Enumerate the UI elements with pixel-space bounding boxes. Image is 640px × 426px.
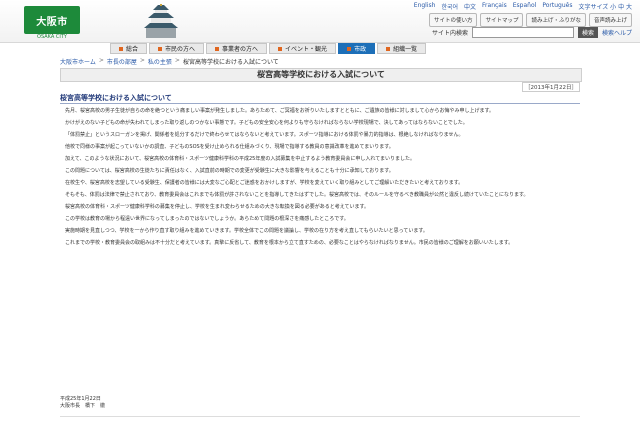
footer-divider	[60, 416, 580, 417]
breadcrumb-home[interactable]: 大阪市ホーム	[60, 57, 96, 66]
bullet-icon	[347, 46, 352, 51]
breadcrumb: 大阪市ホーム > 市長の部屋 > 私の主張 > 桜宮高等学校における入試について	[60, 57, 279, 66]
utility-buttons: サイトの使い方 サイトマップ 読み上げ・ふりがな 音声読み上げ	[428, 13, 632, 27]
breadcrumb-current: 桜宮高等学校における入試について	[182, 59, 279, 66]
breadcrumb-my-opinion[interactable]: 私の主張	[148, 57, 172, 66]
lang-portuguese[interactable]: Português	[542, 2, 572, 12]
paragraph: 加えて、このような状況において、桜宮高校の体育科・スポーツ健康科学科の平成25年…	[65, 156, 415, 162]
read-aloud-button[interactable]: 音声読み上げ	[588, 13, 632, 27]
section-heading: 桜宮高等学校における入試について	[60, 93, 580, 104]
logo-subtitle: OSAKA CITY	[37, 34, 67, 40]
signature: 平成25年1月22日 大阪市長 橋下 徹	[60, 396, 105, 410]
nav-residents[interactable]: 市民の方へ	[149, 43, 205, 54]
bullet-icon	[215, 46, 220, 51]
breadcrumb-separator: >	[139, 57, 145, 64]
global-nav: 総合 市民の方へ 事業者の方へ イベント・観光 市政 組織一覧	[110, 43, 427, 54]
site-guide-button[interactable]: サイトの使い方	[428, 13, 478, 27]
paragraph: 桜宮高校の体育科・スポーツ健康科学科の募集を停止し、学校を生まれ変わらせるための…	[65, 204, 370, 210]
paragraph: そもそも、体罰は法律で禁止されており、教育委員会はこれまでも体罰が許されないこと…	[65, 192, 529, 198]
article-body: 先月、桜宮高校の男子生徒が自らの命を絶つという痛ましい事案が発生しました。あらた…	[60, 108, 580, 252]
lang-spanish[interactable]: Español	[513, 2, 537, 12]
nav-city-government[interactable]: 市政	[338, 43, 376, 54]
lang-english[interactable]: English	[414, 2, 436, 12]
nav-business[interactable]: 事業者の方へ	[206, 43, 268, 54]
search-label: サイト内検索	[431, 30, 468, 37]
bullet-icon	[278, 46, 283, 51]
paragraph: 先月、桜宮高校の男子生徒が自らの命を絶つという痛ましい事案が発生しました。あらた…	[65, 108, 494, 114]
search-input[interactable]	[471, 27, 574, 38]
bullet-icon	[119, 46, 123, 51]
signature-name: 大阪市長 橋下 徹	[60, 403, 106, 409]
paragraph: これまでの学校・教育委員会の取組みは不十分だと考えています。真摯に反省して、教育…	[65, 240, 514, 246]
language-bar: English 한국어 中文 Français Español Portuguê…	[414, 2, 632, 12]
paragraph: 他校で同様の事案が起こっていないかの調査、子どものSOSを受け止められる仕組みづ…	[65, 144, 394, 150]
nav-events[interactable]: イベント・観光	[269, 43, 337, 54]
lang-french[interactable]: Français	[482, 2, 507, 12]
page-title: 桜宮高等学校における入試について	[60, 68, 582, 82]
signature-date: 平成25年1月22日	[60, 396, 101, 402]
paragraph: かけがえのない子どもの命が失われてしまった取り返しのつかない事態です。子どもの安…	[65, 120, 468, 126]
search-help-link[interactable]: 検索ヘルプ	[602, 28, 632, 37]
furigana-button[interactable]: 読み上げ・ふりがな	[526, 13, 586, 27]
site-search: サイト内検索 検索 検索ヘルプ	[432, 27, 632, 38]
castle-icon	[144, 4, 178, 38]
nav-general[interactable]: 総合	[110, 43, 148, 54]
lang-chinese[interactable]: 中文	[464, 2, 476, 12]
breadcrumb-separator: >	[174, 57, 180, 64]
bullet-icon	[158, 46, 163, 51]
nav-organizations[interactable]: 組織一覧	[377, 43, 427, 54]
osaka-city-logo[interactable]: 大阪市	[24, 6, 80, 34]
sitemap-button[interactable]: サイトマップ	[480, 13, 524, 27]
paragraph: この学校は教育の場から程遠い世界になってしまったのではないでしょうか。あらためて…	[65, 216, 349, 222]
paragraph: 「体罰禁止」というスローガンを掲げ、関係者を処分するだけで終わらせてはならないと…	[65, 132, 464, 138]
paragraph: 在校生や、桜宮高校を志望している受験生、保護者の皆様には大変なご心配とご迷惑をお…	[65, 180, 464, 186]
site-header: 大阪市 OSAKA CITY English 한국어 中文 Français E…	[0, 0, 640, 43]
breadcrumb-mayor-room[interactable]: 市長の部屋	[107, 57, 137, 66]
lang-korean[interactable]: 한국어	[441, 2, 458, 12]
font-size-control[interactable]: 文字サイズ 小 中 大	[578, 2, 632, 12]
search-button[interactable]: 検索	[577, 27, 598, 38]
breadcrumb-separator: >	[98, 57, 104, 64]
paragraph: 実施時期を見直しつつ、学校を一から作り直す取り組みを進めていきます。学校全体でこ…	[65, 228, 428, 234]
publish-date: ［2013年1月22日］	[522, 82, 580, 92]
paragraph: この問題については、桜宮高校の生徒たちに責任はなく、入試直前の時期での変更が受験…	[65, 168, 394, 174]
bullet-icon	[386, 46, 391, 51]
